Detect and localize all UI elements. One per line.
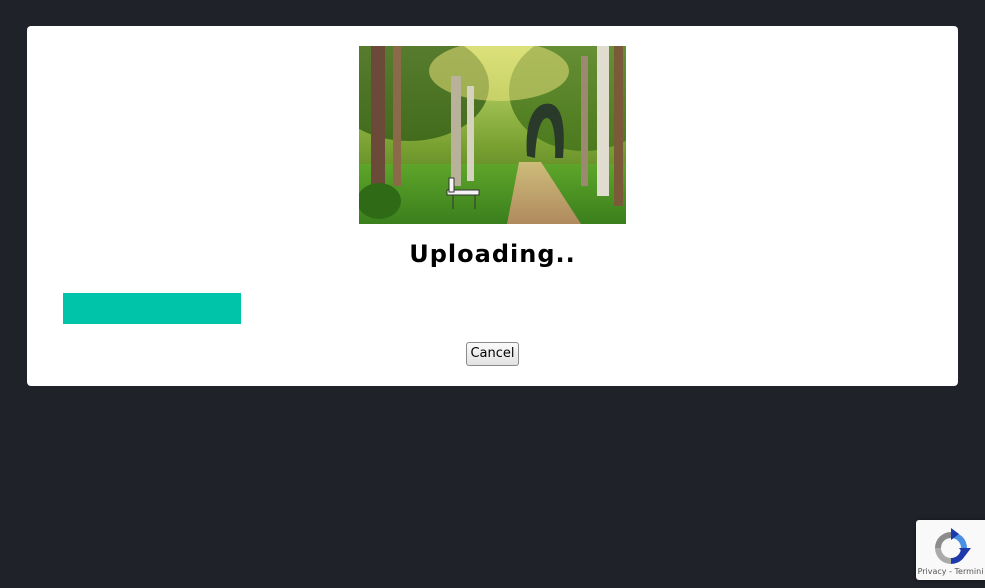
recaptcha-separator: - bbox=[949, 567, 952, 576]
recaptcha-icon bbox=[935, 528, 971, 564]
upload-progress-bar bbox=[63, 293, 922, 324]
cancel-button[interactable]: Cancel bbox=[466, 342, 519, 366]
upload-progress-fill bbox=[63, 293, 241, 324]
recaptcha-badge: Privacy - Termini bbox=[916, 520, 985, 580]
upload-status-title: Uploading.. bbox=[409, 240, 576, 268]
recaptcha-terms-link[interactable]: Termini bbox=[955, 567, 984, 576]
upload-dialog: Uploading.. Cancel bbox=[27, 26, 958, 386]
recaptcha-privacy-link[interactable]: Privacy bbox=[918, 567, 947, 576]
uploaded-image-preview bbox=[359, 46, 626, 224]
recaptcha-links: Privacy - Termini bbox=[916, 567, 985, 576]
